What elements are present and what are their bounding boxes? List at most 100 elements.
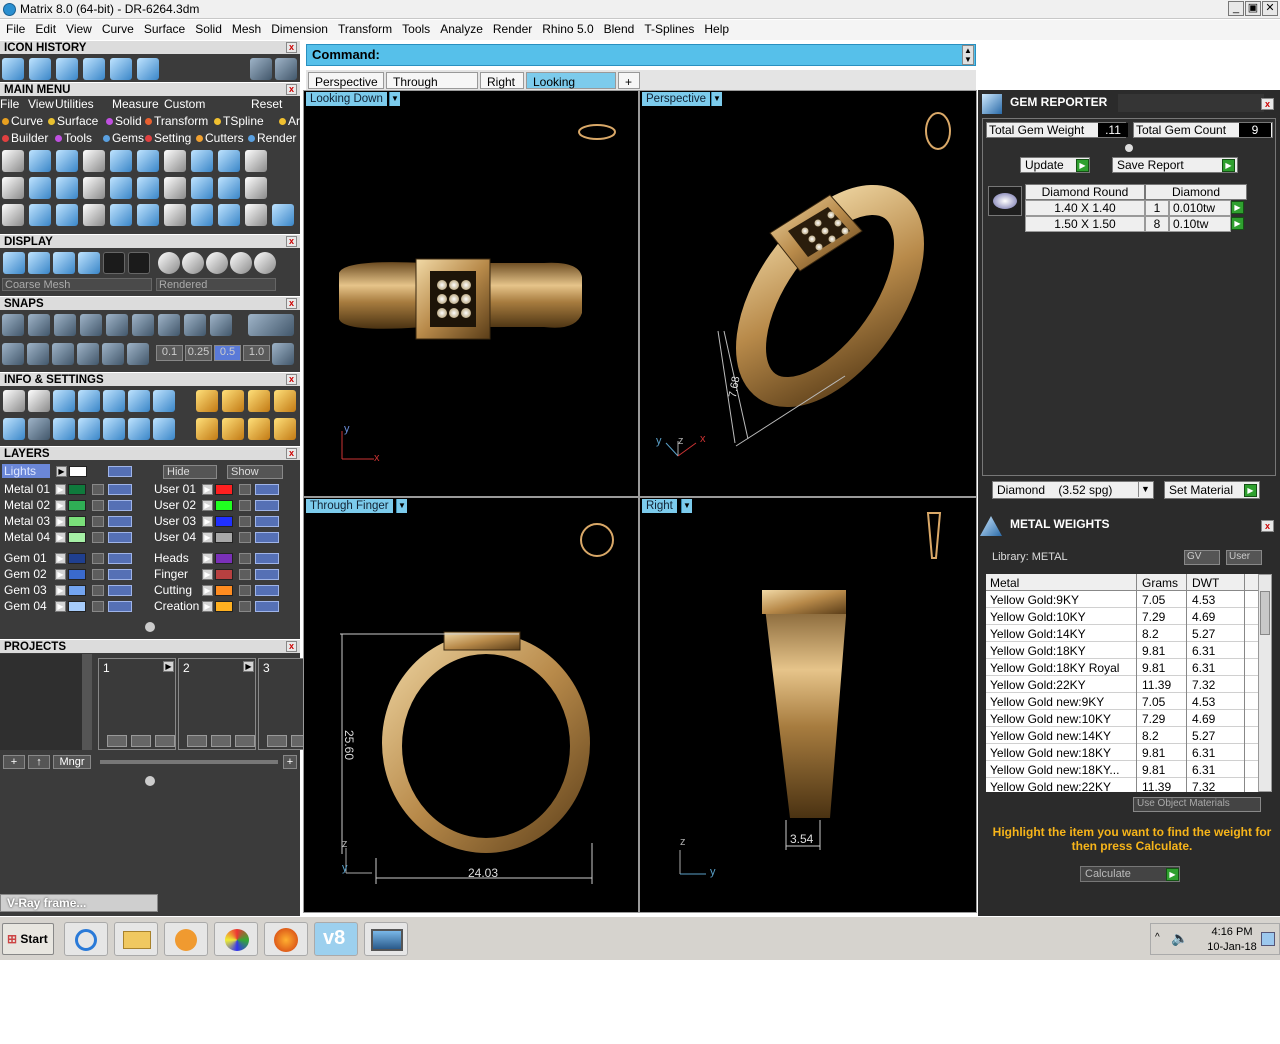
layer-color-swatch[interactable] — [68, 484, 86, 495]
layer-visibility-toggle[interactable] — [255, 500, 279, 511]
cube-purple-icon[interactable] — [153, 390, 175, 412]
mirror-icon[interactable] — [83, 204, 105, 226]
lock-icon[interactable] — [239, 484, 251, 495]
dark-sphere-icon[interactable] — [78, 252, 100, 274]
mesh-grid-icon[interactable] — [3, 252, 25, 274]
expand-arrow-icon[interactable]: ▶ — [163, 661, 174, 672]
user-toggle[interactable]: User — [1226, 550, 1262, 565]
show-desktop-icon[interactable] — [1261, 932, 1275, 946]
display-mode-select[interactable]: Rendered — [156, 278, 276, 291]
set-material-go-icon[interactable]: ▶ — [1244, 484, 1257, 497]
sheets-icon[interactable] — [53, 390, 75, 412]
layer-color-swatch[interactable] — [215, 516, 233, 527]
metal-row[interactable]: Yellow Gold:18KY Royal 9.81 6.31 — [986, 659, 1258, 676]
collapse-icon[interactable] — [145, 622, 155, 632]
assembly-icon[interactable] — [196, 390, 218, 412]
menu-transform[interactable]: Transform — [332, 20, 396, 36]
grid-snap-icon[interactable] — [2, 343, 24, 365]
layer-visibility-toggle[interactable] — [108, 601, 132, 612]
ring-tool-icon[interactable] — [196, 418, 218, 440]
measure-icon[interactable] — [128, 418, 150, 440]
project-slot[interactable]: 2 ▶ — [178, 658, 256, 750]
layer-row[interactable]: Metal 02 ▶ — [0, 498, 140, 512]
collapse-icon[interactable] — [1125, 144, 1133, 152]
main-menu-cutters[interactable]: Cutters — [196, 131, 244, 145]
bezel-icon[interactable] — [29, 150, 51, 172]
book-icon[interactable] — [110, 177, 132, 199]
snap-near-icon[interactable] — [28, 314, 50, 336]
shaded-sphere-icon[interactable] — [53, 252, 75, 274]
layer-row[interactable]: Heads ▶ — [150, 551, 290, 565]
expand-arrow-icon[interactable]: ▶ — [202, 516, 213, 527]
box-icon[interactable] — [245, 204, 267, 226]
snap-int-icon[interactable] — [132, 314, 154, 336]
layer-color-swatch[interactable] — [68, 569, 86, 580]
star-icon[interactable] — [245, 150, 267, 172]
close-icon[interactable]: x — [286, 84, 297, 95]
snap-quad-icon[interactable] — [210, 314, 232, 336]
compare-icon[interactable] — [248, 390, 270, 412]
material-select[interactable]: Diamond (3.52 spg) ▼ — [992, 481, 1154, 499]
layer-color-swatch[interactable] — [215, 553, 233, 564]
notes-icon[interactable] — [103, 390, 125, 412]
vray-frame-tab[interactable]: V-Ray frame... — [0, 894, 158, 912]
menu-edit[interactable]: Edit — [29, 20, 60, 36]
lock-icon[interactable] — [92, 516, 104, 527]
close-icon[interactable]: x — [1261, 520, 1274, 532]
snap-perp-icon[interactable] — [158, 314, 180, 336]
diamond-icon[interactable] — [29, 177, 51, 199]
layer-row[interactable]: Creation ▶ — [150, 599, 290, 613]
lock-icon[interactable] — [92, 569, 104, 580]
gem-pick-icon[interactable] — [222, 418, 244, 440]
lock-icon[interactable] — [92, 500, 104, 511]
ring-rail-icon[interactable] — [2, 177, 24, 199]
layer-color-swatch[interactable] — [68, 601, 86, 612]
snap-tan-icon[interactable] — [184, 314, 206, 336]
layer-row[interactable]: User 03 ▶ — [150, 514, 290, 528]
lock-icon[interactable] — [92, 553, 104, 564]
menu-view[interactable]: View — [60, 20, 96, 36]
main-menu-tspline[interactable]: TSpline — [214, 114, 264, 128]
layer-color-swatch[interactable] — [215, 532, 233, 543]
snap-cen-icon[interactable] — [106, 314, 128, 336]
lock-icon[interactable] — [92, 532, 104, 543]
close-icon[interactable]: x — [286, 42, 297, 53]
main-menu-utilities[interactable]: Utilities — [55, 97, 94, 111]
layer-visibility-toggle[interactable] — [255, 532, 279, 543]
wrench-icon[interactable] — [28, 390, 50, 412]
delete-icon[interactable] — [235, 735, 255, 747]
layer-color-swatch[interactable] — [215, 484, 233, 495]
planar-icon[interactable] — [77, 343, 99, 365]
up-icon[interactable] — [107, 735, 127, 747]
frame-icon[interactable] — [128, 252, 150, 274]
prong-icon[interactable] — [56, 150, 78, 172]
metal-table-scrollbar[interactable] — [1258, 574, 1272, 792]
delete-icon[interactable] — [155, 735, 175, 747]
checker-sphere-icon[interactable] — [182, 252, 204, 274]
layer-visibility-toggle[interactable] — [108, 585, 132, 596]
snap-end-icon[interactable] — [2, 314, 24, 336]
cube-icon[interactable] — [27, 343, 49, 365]
layer-row[interactable]: Gem 04 ▶ — [0, 599, 140, 613]
expand-arrow-icon[interactable]: ▶ — [202, 569, 213, 580]
file-explorer-icon[interactable] — [114, 922, 158, 956]
lock-icon[interactable] — [239, 569, 251, 580]
back-arrow-icon[interactable] — [250, 58, 272, 80]
command-bar[interactable]: Command: — [306, 44, 976, 66]
metal-row[interactable]: Yellow Gold:9KY 7.05 4.53 — [986, 591, 1258, 608]
metal-row[interactable]: Yellow Gold:14KY 8.2 5.27 — [986, 625, 1258, 642]
lock-icon[interactable] — [239, 553, 251, 564]
layer-row[interactable]: User 02 ▶ — [150, 498, 290, 512]
expand-arrow-icon[interactable]: ▶ — [202, 532, 213, 543]
gem-star-icon[interactable] — [248, 418, 270, 440]
layer-color-swatch[interactable] — [215, 601, 233, 612]
curve-icon[interactable] — [56, 204, 78, 226]
filter-icon[interactable] — [103, 418, 125, 440]
clock-date[interactable]: 10-Jan-18 — [1201, 941, 1263, 953]
media-player-icon[interactable] — [164, 922, 208, 956]
layer-visibility-toggle[interactable] — [108, 500, 132, 511]
point-icon[interactable] — [28, 252, 50, 274]
viewport-perspective[interactable]: Perspective ▼ 7.68 y z x — [639, 90, 977, 497]
pear-icon[interactable] — [164, 150, 186, 172]
reset-button[interactable]: Reset — [251, 97, 282, 111]
